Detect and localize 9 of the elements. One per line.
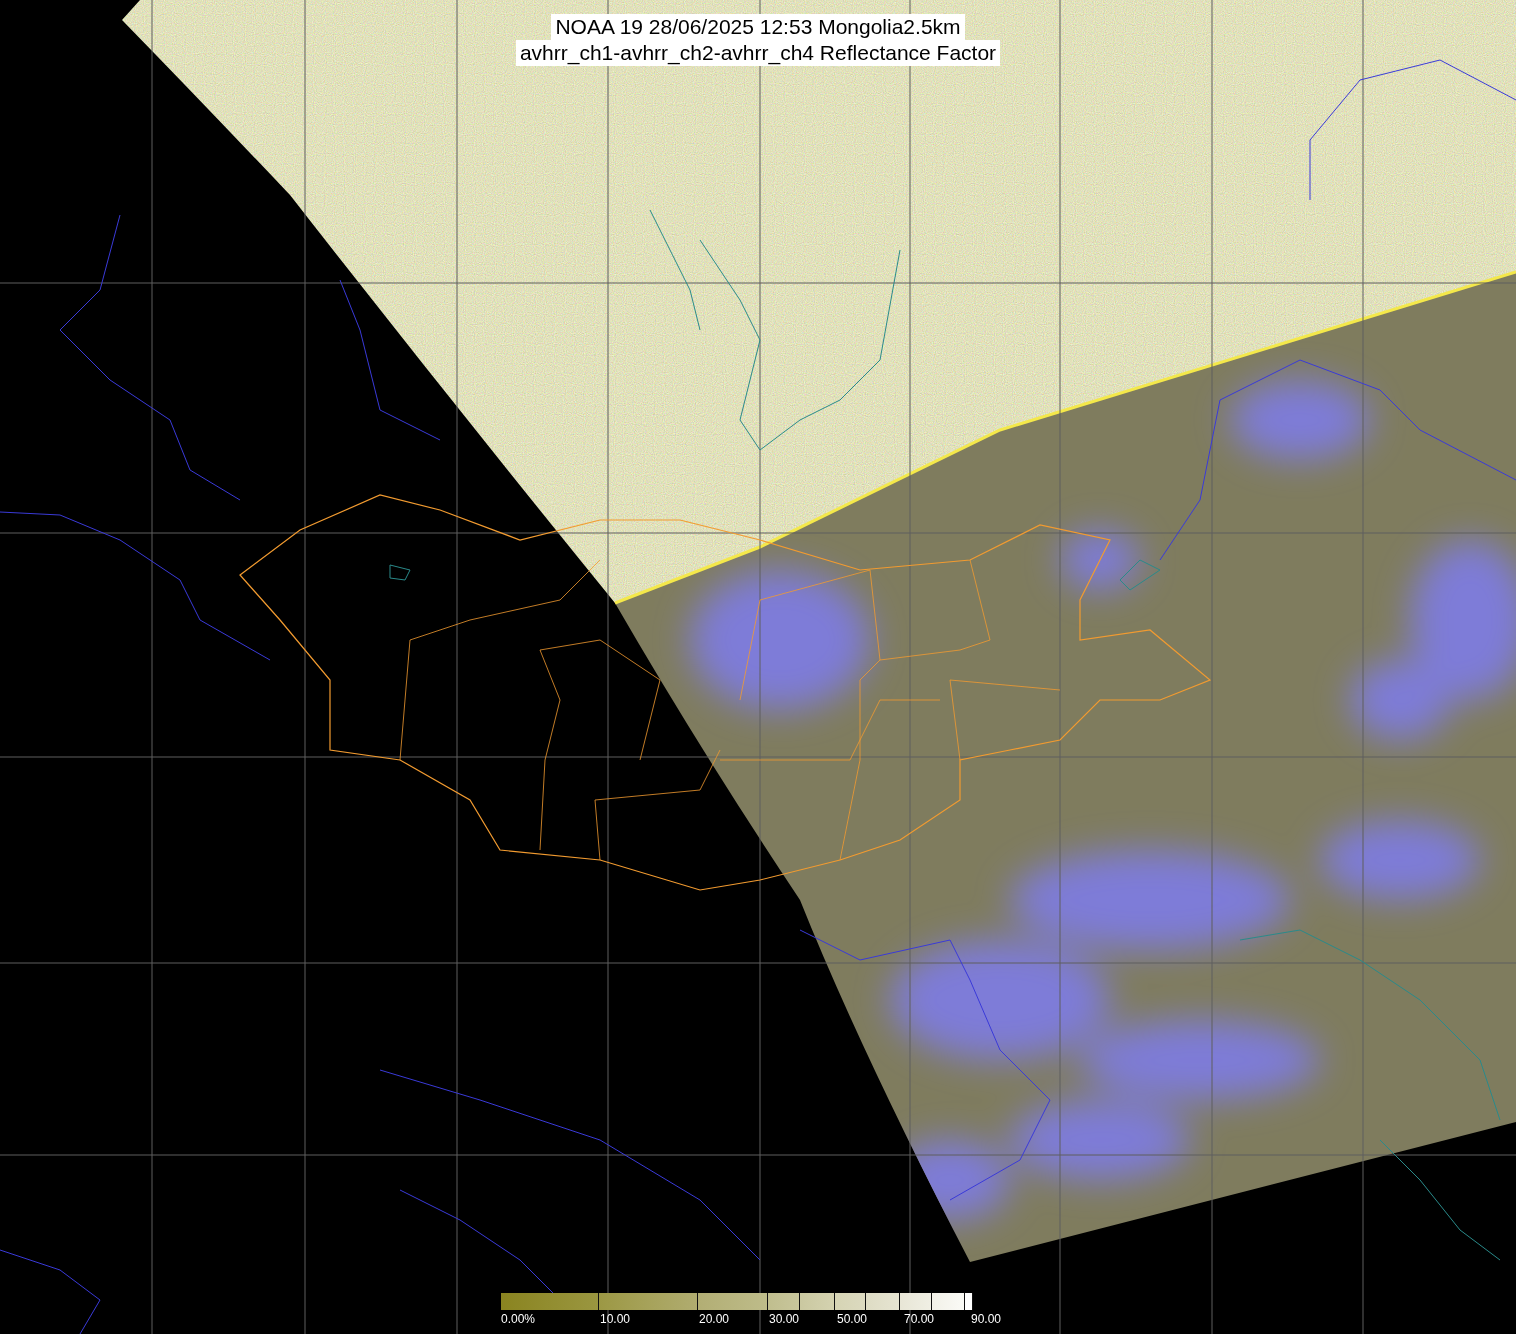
scale-label: 70.00 bbox=[904, 1312, 935, 1326]
scale-label: 20.00 bbox=[699, 1312, 730, 1326]
scale-label: 90.00 bbox=[971, 1312, 1002, 1326]
scale-label: 50.00 bbox=[837, 1312, 868, 1326]
scale-label: 30.00 bbox=[769, 1312, 800, 1326]
map-title: avhrr_ch1-avhrr_ch2-avhrr_ch4 Reflectance Factor bbox=[515, 40, 1001, 66]
scale-label: 0.00% bbox=[501, 1312, 536, 1326]
map-title: NOAA 19 28/06/2025 12:53 Mongolia2.5km bbox=[551, 14, 965, 40]
scale-label: 10.00 bbox=[600, 1312, 631, 1326]
